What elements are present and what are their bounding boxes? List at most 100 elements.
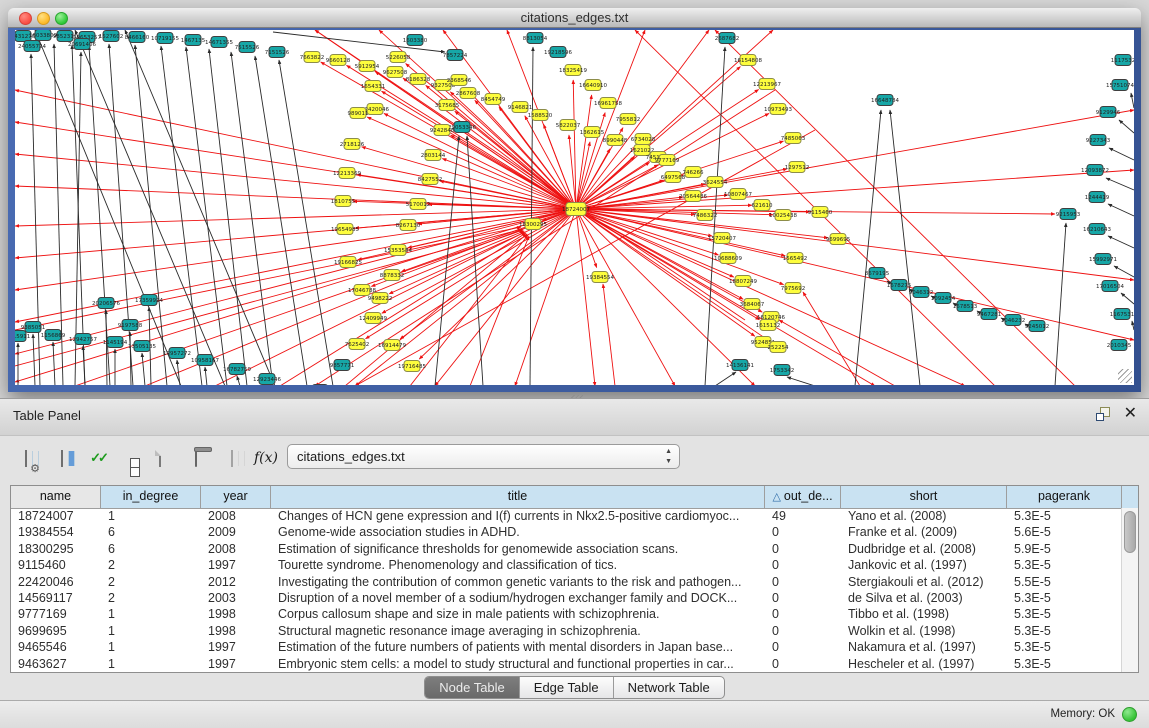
- graph-node[interactable]: 14671355: [205, 37, 233, 48]
- table-row[interactable]: 2242004622012Investigating the contribut…: [11, 574, 1122, 590]
- graph-node[interactable]: 2010345: [1107, 340, 1132, 351]
- table-row[interactable]: 969969511998Structural magnetic resonanc…: [11, 623, 1122, 639]
- graph-node[interactable]: 8186328: [406, 74, 431, 85]
- graph-node[interactable]: 8454749: [481, 94, 506, 105]
- graph-node[interactable]: 8878332: [380, 270, 405, 281]
- graph-node[interactable]: 24055724: [18, 41, 46, 52]
- graph-node[interactable]: 8466160: [125, 32, 150, 43]
- graph-node[interactable]: 2368546: [447, 75, 472, 86]
- graph-node[interactable]: 7515526: [235, 42, 260, 53]
- graph-node[interactable]: 1654331: [361, 81, 386, 92]
- graph-node[interactable]: 1810755: [331, 196, 356, 207]
- graph-node[interactable]: 1362615: [580, 127, 605, 138]
- table-row[interactable]: 977716911998Corpus callosum shape and si…: [11, 606, 1122, 622]
- graph-node[interactable]: 19384554: [586, 272, 614, 283]
- column-header-short[interactable]: short: [841, 486, 1007, 508]
- graph-node[interactable]: 2687682: [715, 33, 740, 44]
- graph-node[interactable]: 1244419: [1085, 192, 1110, 203]
- graph-node[interactable]: 18325419: [559, 65, 587, 76]
- graph-node[interactable]: 5822037: [556, 120, 581, 131]
- network-graph[interactable]: 2431270160338099852311106532572405572420…: [15, 30, 1134, 385]
- graph-node[interactable]: 2718126: [340, 139, 365, 150]
- graph-node[interactable]: 19218596: [544, 47, 572, 58]
- graph-node[interactable]: 8990448: [603, 135, 628, 146]
- graph-node[interactable]: 16782759: [223, 364, 251, 375]
- graph-node[interactable]: 15720407: [708, 233, 736, 244]
- graph-node[interactable]: 1565492: [783, 253, 808, 264]
- graph-node[interactable]: 19716485: [398, 361, 426, 372]
- graph-node[interactable]: 2045120: [308, 385, 333, 386]
- graph-node[interactable]: 12213369: [333, 168, 361, 179]
- table-selector-dropdown[interactable]: citations_edges.txt ▲▼: [287, 444, 680, 469]
- graph-node[interactable]: 989011: [348, 108, 369, 119]
- graph-node[interactable]: 1588520: [528, 110, 553, 121]
- column-header-name[interactable]: name: [11, 486, 101, 508]
- graph-node[interactable]: 16210643: [1083, 224, 1111, 235]
- graph-node[interactable]: 7663822: [300, 52, 325, 63]
- graph-node[interactable]: 8813054: [523, 33, 548, 44]
- graph-node[interactable]: 2867608: [456, 88, 481, 99]
- graph-node[interactable]: 15751074: [1106, 80, 1134, 91]
- graph-node[interactable]: 9227343: [1086, 135, 1111, 146]
- graph-node[interactable]: 10958167: [191, 355, 219, 366]
- table-row[interactable]: 1830029562008Estimation of significance …: [11, 541, 1122, 557]
- graph-node[interactable]: 7857224: [443, 50, 468, 61]
- graph-node[interactable]: 2803144: [421, 150, 446, 161]
- graph-node[interactable]: 9115460: [808, 207, 833, 218]
- graph-node[interactable]: 9699695: [826, 234, 851, 245]
- graph-node[interactable]: 17359924: [135, 295, 163, 306]
- graph-node[interactable]: 3624554: [703, 177, 728, 188]
- graph-node[interactable]: 12213967: [753, 79, 781, 90]
- float-panel-icon[interactable]: [1096, 407, 1110, 421]
- graph-node[interactable]: 8267130: [396, 220, 421, 231]
- graph-node[interactable]: 12409949: [359, 313, 387, 324]
- graph-node[interactable]: 9245012: [1025, 321, 1050, 332]
- tab-edge-table[interactable]: Edge Table: [520, 677, 614, 698]
- graph-node[interactable]: 5226058: [386, 52, 411, 63]
- graph-node[interactable]: 10807467: [724, 189, 752, 200]
- graph-node[interactable]: 10688609: [714, 253, 742, 264]
- scrollbar-thumb[interactable]: [1124, 511, 1136, 553]
- graph-node[interactable]: 19166825: [334, 257, 362, 268]
- graph-node[interactable]: 1753342: [770, 365, 795, 376]
- graph-node[interactable]: 20206576: [92, 298, 120, 309]
- graph-node[interactable]: 1297512: [785, 162, 810, 173]
- graph-node[interactable]: 15992971: [1089, 254, 1117, 265]
- graph-node[interactable]: 1678275: [887, 280, 912, 291]
- graph-node[interactable]: 8427552: [418, 174, 443, 185]
- table-row[interactable]: 1872400712008Changes of HCN gene express…: [11, 508, 1122, 524]
- graph-node[interactable]: 5170012: [406, 199, 431, 210]
- graph-node[interactable]: 9857771: [330, 360, 355, 371]
- graph-node[interactable]: 17957272: [163, 348, 191, 359]
- new-column-icon[interactable]: [146, 444, 174, 472]
- graph-node[interactable]: 9467281: [977, 309, 1002, 320]
- column-header-in-degree[interactable]: in_degree: [101, 486, 201, 508]
- graph-node[interactable]: 10973493: [764, 104, 792, 115]
- graph-node[interactable]: 621610: [752, 200, 773, 211]
- graph-node[interactable]: 1527602: [99, 31, 124, 42]
- graph-node[interactable]: 9627508: [383, 67, 408, 78]
- graph-node[interactable]: 7625402: [345, 339, 370, 350]
- column-header-year[interactable]: year: [201, 486, 271, 508]
- graph-node[interactable]: 5912954: [355, 61, 380, 72]
- graph-node[interactable]: 12923446: [253, 374, 281, 385]
- graph-node[interactable]: 252254: [768, 342, 789, 353]
- table-row[interactable]: 1456911722003Disruption of a novel membe…: [11, 590, 1122, 606]
- graph-node[interactable]: 9215953: [1056, 209, 1081, 220]
- graph-node[interactable]: 3684067: [740, 299, 765, 310]
- graph-node[interactable]: 16648784: [871, 95, 899, 106]
- table-row[interactable]: 1938455462009Genome-wide association stu…: [11, 524, 1122, 540]
- graph-node[interactable]: 12942757: [69, 334, 97, 345]
- tab-node-table[interactable]: Node Table: [425, 677, 520, 698]
- graph-node[interactable]: 10719155: [151, 33, 179, 44]
- vertical-scrollbar[interactable]: [1121, 508, 1138, 672]
- table-settings-icon[interactable]: ⚙: [12, 444, 40, 472]
- graph-node[interactable]: 16154808: [734, 55, 762, 66]
- graph-node[interactable]: 9197588: [118, 320, 143, 331]
- delete-column-icon[interactable]: [182, 444, 210, 472]
- tab-network-table[interactable]: Network Table: [614, 677, 724, 698]
- window-resize-grip[interactable]: [1118, 369, 1132, 383]
- graph-node[interactable]: 6734028: [631, 134, 656, 145]
- graph-node[interactable]: 18724007: [562, 203, 590, 216]
- column-toggle-icon[interactable]: [116, 444, 144, 472]
